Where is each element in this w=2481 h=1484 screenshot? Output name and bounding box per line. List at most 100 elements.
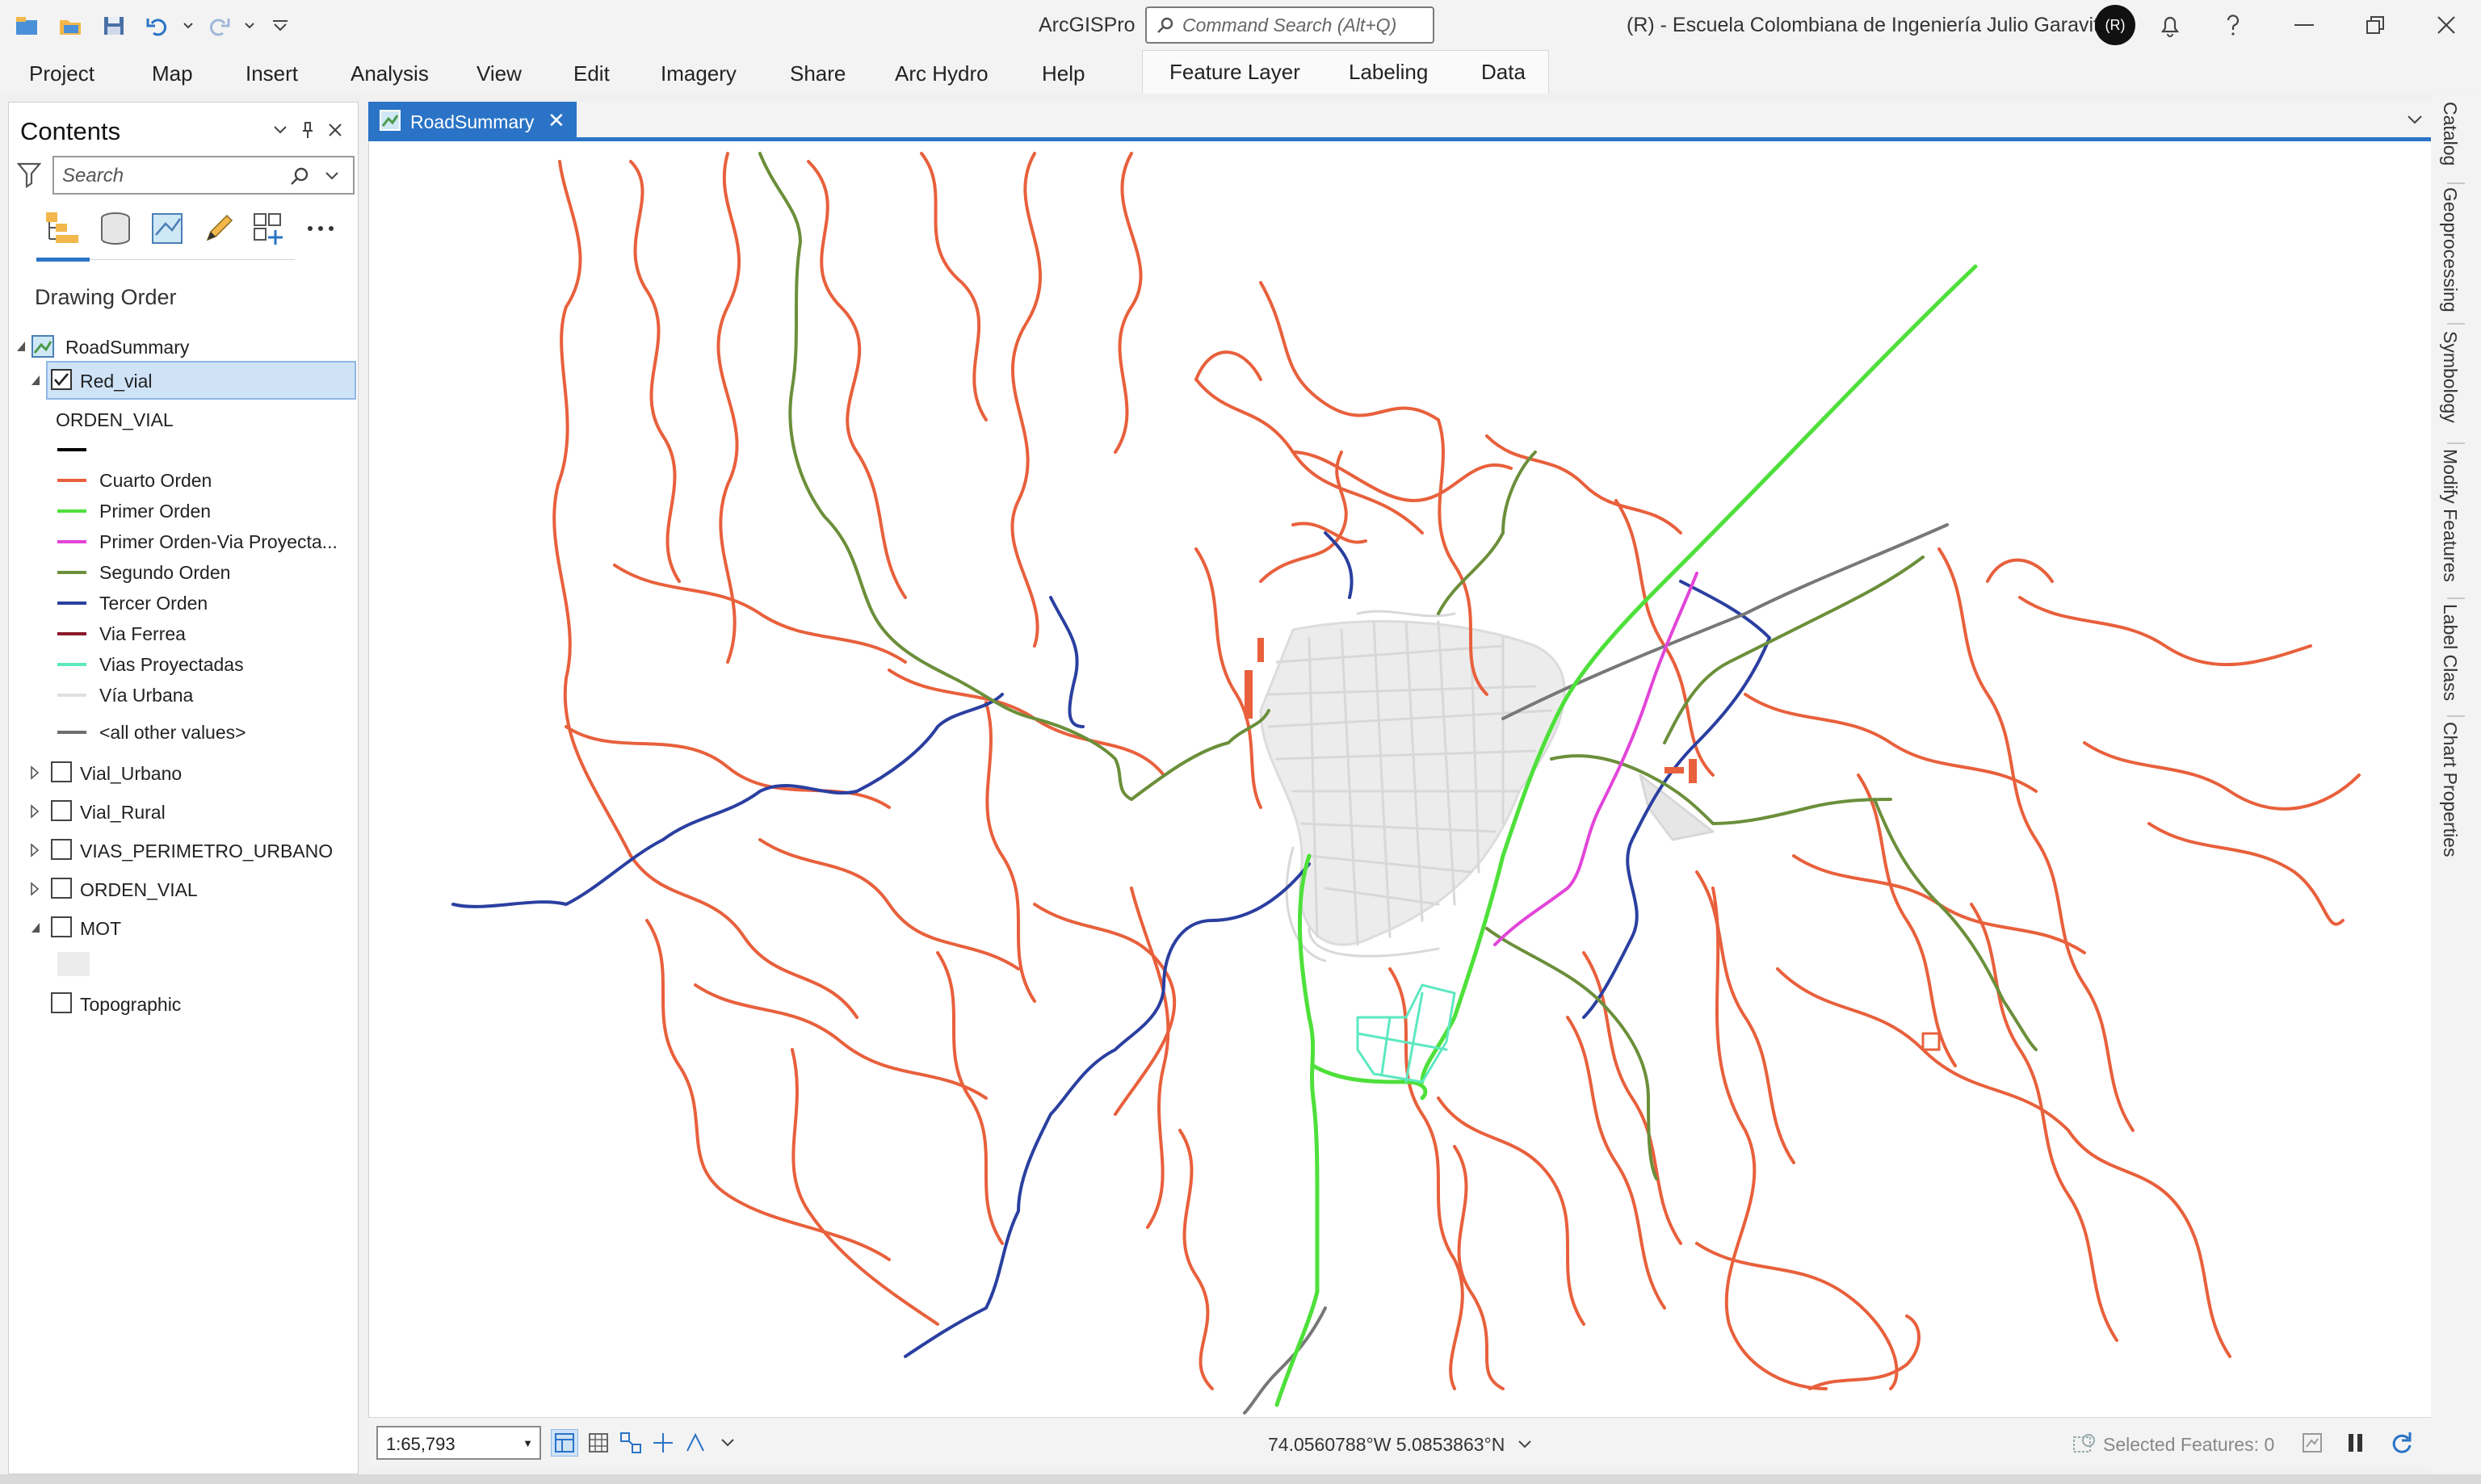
expand-triangle-icon[interactable]	[30, 765, 41, 781]
filter-icon[interactable]	[16, 161, 44, 193]
legend-item-primer-orden-via-proyectada[interactable]: Primer Orden-Via Proyecta...	[9, 526, 359, 556]
collapse-triangle-icon[interactable]	[30, 372, 41, 388]
close-map-tab-icon[interactable]: ✕	[548, 108, 565, 133]
tab-arc-hydro[interactable]: Arc Hydro	[895, 61, 989, 86]
contents-search-box[interactable]	[52, 156, 355, 195]
layer-visibility-checkbox[interactable]	[51, 839, 72, 860]
tab-imagery[interactable]: Imagery	[661, 61, 737, 86]
expand-triangle-icon[interactable]	[30, 842, 41, 858]
coordinate-format-chevron-icon[interactable]	[1518, 1440, 1531, 1448]
legend-swatch	[57, 663, 86, 666]
dock-tab-chart-properties[interactable]: Chart Properties	[2439, 722, 2461, 857]
legend-item-via-ferrea[interactable]: Via Ferrea	[9, 618, 359, 648]
tab-project[interactable]: Project	[29, 61, 94, 86]
notifications-bell-icon[interactable]	[2151, 8, 2189, 42]
refresh-icon[interactable]	[2387, 1429, 2415, 1457]
inference-icon[interactable]	[682, 1429, 709, 1457]
dock-tab-modify-features[interactable]: Modify Features	[2439, 449, 2461, 582]
restore-window-icon[interactable]	[2357, 8, 2394, 42]
status-options-chevron-icon[interactable]	[714, 1429, 741, 1457]
legend-item-segundo-orden[interactable]: Segundo Orden	[9, 556, 359, 587]
legend-item-tercer-orden[interactable]: Tercer Orden	[9, 587, 359, 618]
save-project-icon[interactable]	[95, 10, 132, 42]
layer-node-orden-vial[interactable]: ORDEN_VIAL	[9, 871, 359, 907]
open-project-icon[interactable]	[52, 10, 89, 42]
layer-visibility-checkbox[interactable]	[51, 761, 72, 782]
map-view-tab[interactable]: RoadSummary ✕	[368, 102, 577, 140]
layer-node-mot[interactable]: MOT	[9, 910, 359, 945]
dock-tab-geoprocessing[interactable]: Geoprocessing	[2439, 187, 2461, 312]
legend-item-vias-proyectadas[interactable]: Vias Proyectadas	[9, 648, 359, 679]
layer-visibility-checkbox[interactable]	[51, 878, 72, 899]
redo-icon[interactable]	[200, 10, 237, 42]
legend-item-primer-orden[interactable]: Primer Orden	[9, 495, 359, 526]
layer-visibility-checkbox[interactable]	[51, 800, 72, 821]
contents-search-input[interactable]	[62, 164, 280, 188]
more-options-icon[interactable]	[300, 208, 342, 249]
customize-toolbar-icon[interactable]	[262, 10, 299, 42]
tab-map[interactable]: Map	[152, 61, 193, 86]
help-icon[interactable]	[2214, 8, 2252, 42]
undo-dropdown-icon[interactable]	[183, 10, 194, 42]
tab-analysis[interactable]: Analysis	[351, 61, 429, 86]
list-by-editing-icon[interactable]	[198, 208, 240, 249]
legend-item-via-urbana[interactable]: Vía Urbana	[9, 679, 359, 710]
pane-options-chevron-icon[interactable]	[269, 119, 292, 141]
layer-visibility-checkbox[interactable]	[51, 369, 72, 390]
contents-pane: Contents Search Drawing Order RoadSummar…	[8, 102, 359, 1474]
dock-tab-symbology[interactable]: Symbology	[2439, 331, 2461, 423]
legend-item-unlabeled[interactable]	[9, 434, 359, 464]
avatar[interactable]: (R)	[2095, 5, 2135, 45]
tab-view[interactable]: View	[476, 61, 522, 86]
tab-insert[interactable]: Insert	[246, 61, 298, 86]
command-search-box[interactable]: Command Search (Alt+Q)	[1145, 6, 1434, 44]
undo-icon[interactable]	[139, 10, 176, 42]
tab-share[interactable]: Share	[790, 61, 846, 86]
close-pane-icon[interactable]	[324, 119, 346, 141]
layer-node-red-vial[interactable]: Red_vial	[9, 363, 359, 398]
map-canvas[interactable]	[368, 141, 2431, 1417]
list-by-drawing-order-icon[interactable]	[41, 208, 83, 249]
tab-feature-layer[interactable]: Feature Layer	[1169, 60, 1300, 85]
layer-node-vias-perimetro-urbano[interactable]: VIAS_PERIMETRO_URBANO	[9, 832, 359, 868]
project-icon[interactable]	[8, 10, 45, 42]
layer-visibility-checkbox[interactable]	[51, 916, 72, 937]
layer-node-vial-urbano[interactable]: Vial_Urbano	[9, 755, 359, 790]
scale-dropdown-icon[interactable]: ▼	[523, 1437, 533, 1449]
minimize-window-icon[interactable]	[2286, 8, 2323, 42]
list-by-snapping-icon[interactable]	[248, 208, 290, 249]
tab-data[interactable]: Data	[1481, 60, 1526, 85]
list-by-data-source-icon[interactable]	[94, 208, 136, 249]
map-node-roadsummary[interactable]: RoadSummary	[9, 329, 359, 364]
collapse-triangle-icon[interactable]	[15, 338, 27, 354]
collapse-triangle-icon[interactable]	[30, 920, 41, 936]
snapping-icon[interactable]	[617, 1429, 644, 1457]
close-window-icon[interactable]	[2428, 8, 2465, 42]
pause-drawing-icon[interactable]	[2342, 1429, 2370, 1457]
basemap-node-topographic[interactable]: Topographic	[9, 986, 359, 1021]
tab-list-chevron-icon[interactable]	[2405, 110, 2424, 129]
search-options-chevron-icon[interactable]	[325, 172, 338, 180]
road-network-map[interactable]	[369, 141, 2431, 1417]
grid-icon[interactable]	[585, 1429, 612, 1457]
expand-triangle-icon[interactable]	[30, 881, 41, 897]
legend-item-all-other-values[interactable]: <all other values>	[9, 716, 359, 747]
table-of-contents-toggle-icon[interactable]	[551, 1429, 578, 1457]
constraints-icon[interactable]	[649, 1429, 677, 1457]
legend-item-cuarto-orden[interactable]: Cuarto Orden	[9, 464, 359, 495]
tab-help[interactable]: Help	[1042, 61, 1085, 86]
tab-labeling[interactable]: Labeling	[1349, 60, 1428, 85]
expand-triangle-icon[interactable]	[30, 803, 41, 820]
pin-icon[interactable]	[296, 119, 319, 141]
layer-visibility-checkbox[interactable]	[51, 992, 72, 1013]
tab-edit[interactable]: Edit	[573, 61, 610, 86]
clear-selection-icon[interactable]	[2298, 1429, 2326, 1457]
active-view-indicator	[36, 258, 90, 262]
map-scale-selector[interactable]: 1:65,793 ▼	[376, 1426, 541, 1460]
layer-node-vial-rural[interactable]: Vial_Rural	[9, 794, 359, 829]
list-by-selection-icon[interactable]	[146, 208, 188, 249]
dock-tab-catalog[interactable]: Catalog	[2439, 102, 2461, 166]
search-icon[interactable]	[290, 166, 309, 186]
redo-dropdown-icon[interactable]	[244, 10, 255, 42]
dock-tab-label-class[interactable]: Label Class	[2439, 604, 2461, 701]
